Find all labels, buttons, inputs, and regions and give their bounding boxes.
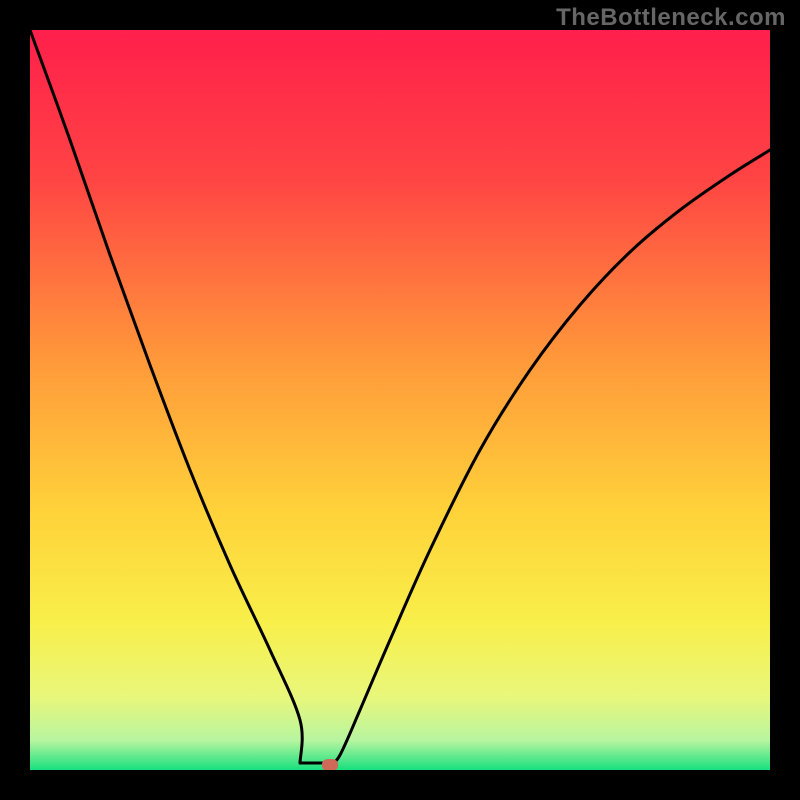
watermark-text: TheBottleneck.com: [556, 4, 786, 32]
bottleneck-curve: [30, 30, 770, 770]
plot-area: [30, 30, 770, 770]
chart-frame: TheBottleneck.com: [0, 0, 800, 800]
optimal-point-marker: [322, 759, 338, 770]
